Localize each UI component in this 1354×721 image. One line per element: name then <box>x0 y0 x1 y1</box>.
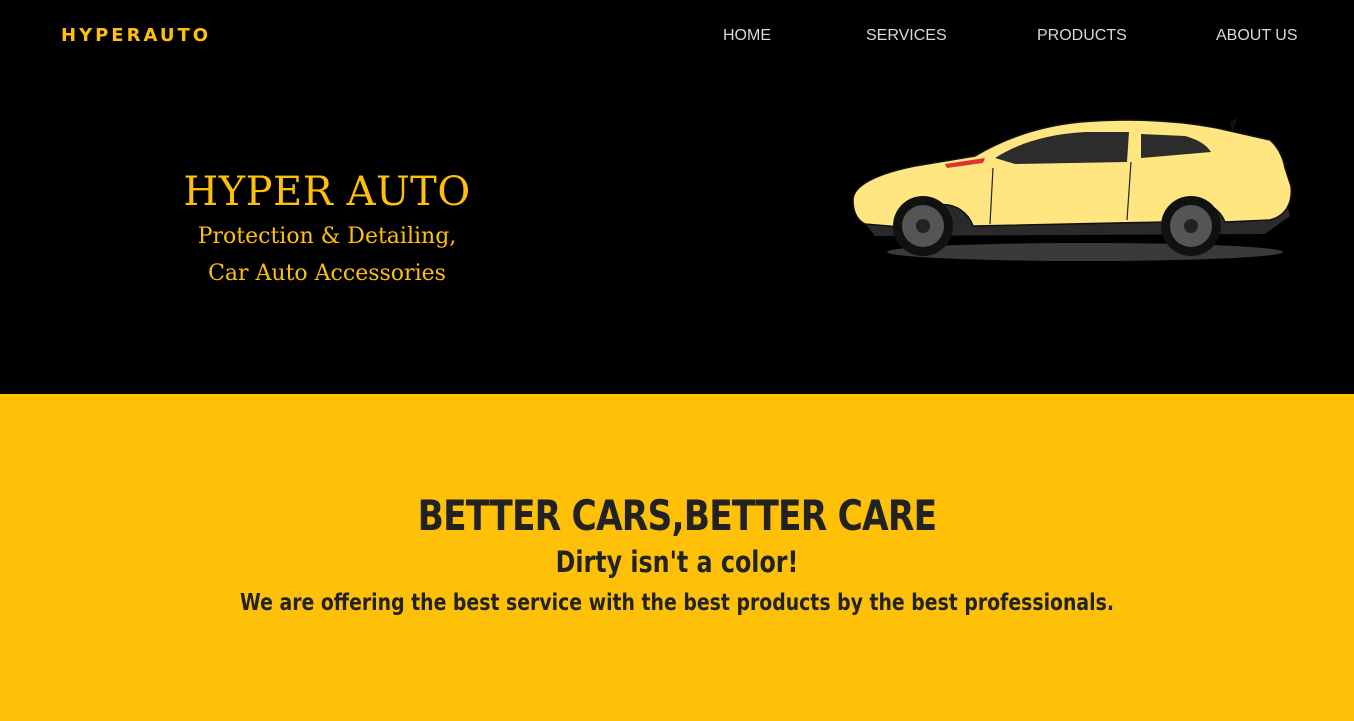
hero-subtitle-line1: Protection & Detailing, <box>197 224 457 249</box>
brand-logo[interactable]: HYPERAUTO <box>61 25 211 47</box>
section-tagline: Dirty isn't a color! <box>555 545 799 579</box>
nav-item-about-us[interactable]: ABOUT US <box>1216 27 1298 45</box>
hero-text: HYPER AUTO Protection & Detailing, Car A… <box>127 168 527 292</box>
section-heading: BETTER CARS,BETTER CARE <box>417 491 937 540</box>
section-description: We are offering the best service with th… <box>239 590 1115 616</box>
hero-section: HYPER AUTO Protection & Detailing, Car A… <box>0 72 1354 394</box>
nav-item-products[interactable]: PRODUCTS <box>1037 27 1127 45</box>
top-navbar: HYPERAUTO HOME SERVICES PRODUCTS ABOUT U… <box>0 0 1354 72</box>
tagline-section: BETTER CARS,BETTER CARE Dirty isn't a co… <box>0 394 1354 721</box>
hero-title: HYPER AUTO <box>183 169 471 215</box>
nav-item-services[interactable]: SERVICES <box>866 27 947 45</box>
car-illustration <box>852 118 1293 261</box>
nav-item-home[interactable]: HOME <box>723 27 771 45</box>
hero-subtitle-line2: Car Auto Accessories <box>208 261 446 286</box>
